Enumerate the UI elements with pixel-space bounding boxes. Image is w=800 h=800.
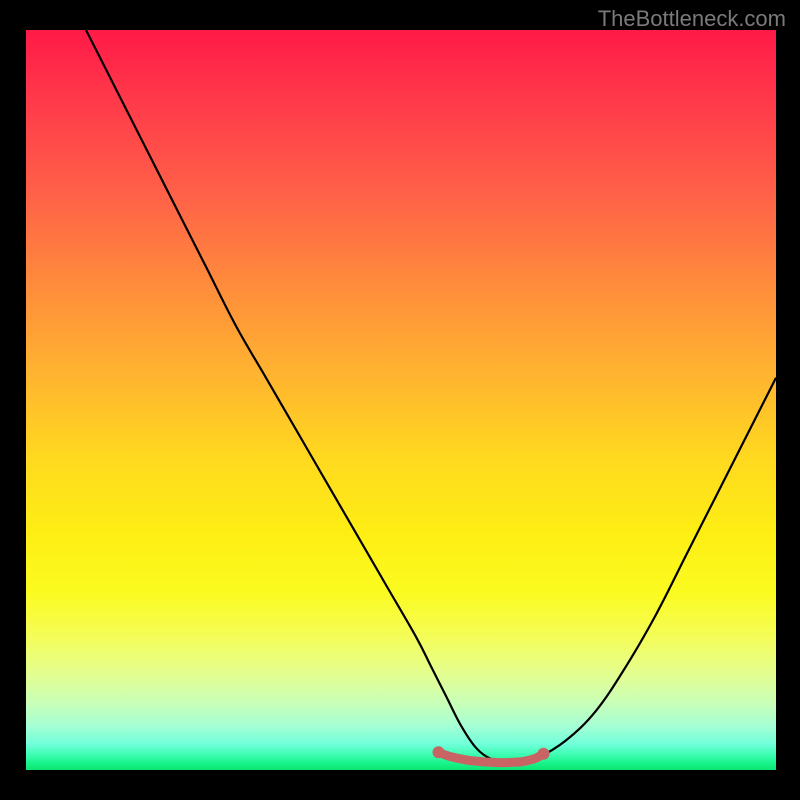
optimal-zone-marker-line — [439, 752, 544, 762]
plot-area — [26, 30, 776, 770]
chart-svg — [26, 30, 776, 770]
attribution-label: TheBottleneck.com — [598, 6, 786, 32]
bottleneck-curve-line — [86, 30, 776, 763]
